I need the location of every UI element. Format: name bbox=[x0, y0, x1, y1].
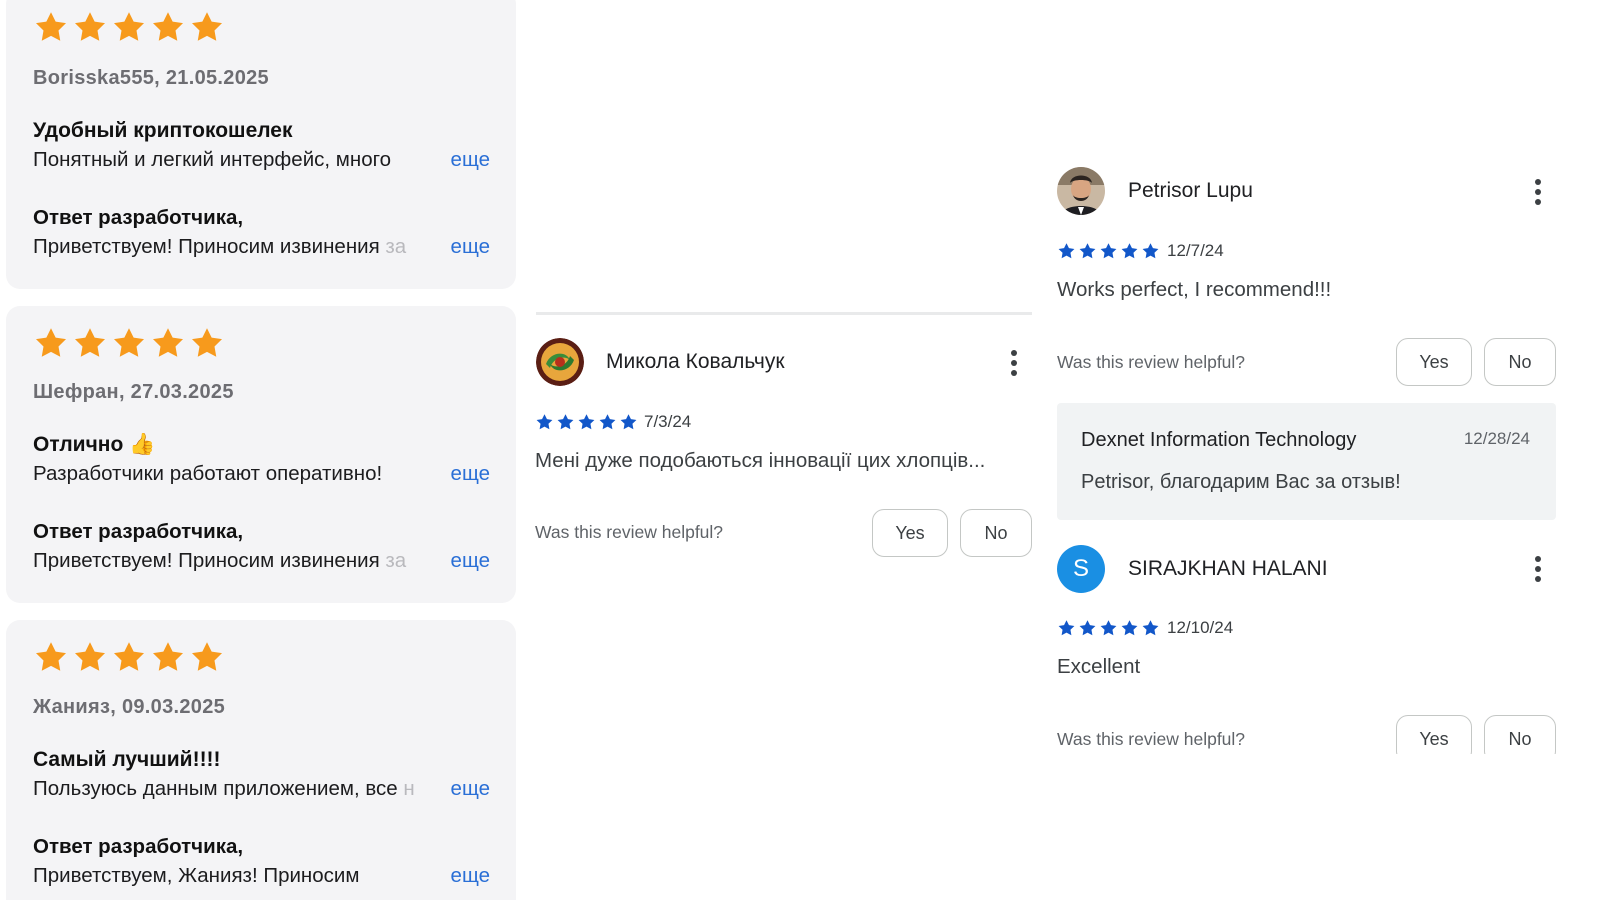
avatar bbox=[536, 338, 584, 386]
review-text: Excellent bbox=[1057, 655, 1141, 678]
developer-reply-label: Ответ разработчика, bbox=[33, 835, 244, 858]
star-icon bbox=[36, 642, 66, 671]
review-card: Borisska555, 21.05.2025 Удобный криптоко… bbox=[6, 0, 516, 289]
helpful-no-button[interactable]: No bbox=[1484, 338, 1556, 386]
star-icon bbox=[114, 642, 144, 671]
star-icon bbox=[1121, 243, 1138, 259]
review-body: Пользуюсь данным приложением, все н bbox=[33, 777, 415, 800]
star-rating bbox=[1057, 619, 1160, 638]
reviewer-name: Petrisor Lupu bbox=[1128, 179, 1253, 202]
star-icon bbox=[1142, 620, 1159, 636]
star-icon bbox=[578, 414, 595, 430]
star-icon bbox=[114, 328, 144, 357]
review-title: Удобный криптокошелек bbox=[33, 119, 293, 142]
star-icon bbox=[75, 12, 105, 41]
review-text: Works perfect, I recommend!!! bbox=[1057, 278, 1332, 301]
star-icon bbox=[153, 328, 183, 357]
star-rating bbox=[535, 413, 638, 432]
star-icon bbox=[536, 414, 553, 430]
profile-photo-icon bbox=[1057, 167, 1105, 215]
review-author-date: Шефран, 27.03.2025 bbox=[33, 381, 234, 403]
reply-more-link[interactable]: еще bbox=[451, 235, 490, 259]
star-icon bbox=[620, 414, 637, 430]
developer-reply: Dexnet Information Technology 12/28/24 P… bbox=[1057, 403, 1556, 520]
star-icon bbox=[599, 414, 616, 430]
more-link[interactable]: еще bbox=[451, 462, 490, 486]
review-body: Понятный и легкий интерфейс, много bbox=[33, 148, 392, 171]
more-options-icon[interactable] bbox=[1010, 350, 1018, 378]
more-link[interactable]: еще bbox=[451, 148, 490, 172]
helpful-prompt: Was this review helpful? bbox=[1057, 352, 1246, 372]
divider bbox=[536, 312, 1032, 315]
review-date: 12/10/24 bbox=[1167, 618, 1234, 637]
star-icon bbox=[192, 642, 222, 671]
developer-reply-date: 12/28/24 bbox=[1463, 429, 1530, 448]
avatar bbox=[1057, 167, 1105, 215]
review-text: Мені дуже подобаються інновації цих хлоп… bbox=[535, 449, 986, 472]
review-author-date: Жанияз, 09.03.2025 bbox=[33, 696, 226, 718]
reply-more-link[interactable]: еще bbox=[451, 549, 490, 573]
review-title: Самый лучший!!!! bbox=[33, 748, 221, 771]
star-icon bbox=[1079, 620, 1096, 636]
star-icon bbox=[1058, 620, 1075, 636]
developer-reply-text: Petrisor, благодарим Вас за отзыв! bbox=[1081, 471, 1401, 493]
developer-reply-label: Ответ разработчика, bbox=[33, 520, 244, 543]
review-date: 12/7/24 bbox=[1167, 241, 1224, 260]
review-title: Отлично 👍 bbox=[33, 433, 156, 456]
star-rating bbox=[1057, 242, 1160, 261]
star-icon bbox=[36, 328, 66, 357]
star-icon bbox=[1079, 243, 1096, 259]
more-link[interactable]: еще bbox=[451, 777, 490, 801]
developer-reply-text: Приветствуем! Приносим извинения за bbox=[33, 549, 407, 572]
reviewer-name: SIRAJKHAN HALANI bbox=[1128, 557, 1328, 580]
review-date: 7/3/24 bbox=[644, 412, 692, 431]
star-icon bbox=[75, 642, 105, 671]
star-icon bbox=[1058, 243, 1075, 259]
review-card: Шефран, 27.03.2025 Отлично 👍 Разработчик… bbox=[6, 306, 516, 603]
star-icon bbox=[192, 328, 222, 357]
review-body: Разработчики работают оперативно! bbox=[33, 462, 383, 485]
star-rating bbox=[33, 326, 225, 362]
helpful-prompt: Was this review helpful? bbox=[1057, 729, 1246, 749]
developer-name: Dexnet Information Technology bbox=[1081, 429, 1357, 451]
star-icon bbox=[36, 12, 66, 41]
star-icon bbox=[153, 12, 183, 41]
star-icon bbox=[114, 12, 144, 41]
developer-reply-text: Приветствуем! Приносим извинения за bbox=[33, 235, 407, 258]
helpful-no-button[interactable]: No bbox=[960, 509, 1032, 557]
star-icon bbox=[192, 12, 222, 41]
star-icon bbox=[1142, 243, 1159, 259]
helpful-no-button[interactable]: No bbox=[1484, 715, 1556, 754]
helpful-prompt: Was this review helpful? bbox=[535, 522, 724, 542]
developer-reply-label: Ответ разработчика, bbox=[33, 206, 244, 229]
reviewer-name: Микола Ковальчук bbox=[606, 350, 785, 373]
star-icon bbox=[1121, 620, 1138, 636]
developer-reply-text: Приветствуем, Жанияз! Приносим bbox=[33, 864, 360, 887]
helpful-yes-button[interactable]: Yes bbox=[1396, 338, 1472, 386]
reply-more-link[interactable]: еще bbox=[451, 864, 490, 888]
star-icon bbox=[75, 328, 105, 357]
star-icon bbox=[557, 414, 574, 430]
star-icon bbox=[1100, 243, 1117, 259]
star-icon bbox=[153, 642, 183, 671]
avatar: S bbox=[1057, 545, 1105, 593]
review-card: Жанияз, 09.03.2025 Самый лучший!!!! Поль… bbox=[6, 620, 516, 900]
helpful-yes-button[interactable]: Yes bbox=[872, 509, 948, 557]
star-rating bbox=[33, 640, 225, 676]
more-options-icon[interactable] bbox=[1534, 179, 1542, 207]
star-rating bbox=[33, 10, 225, 46]
button-clip: Yes No bbox=[1380, 710, 1580, 754]
profile-photo-icon bbox=[536, 338, 584, 386]
star-icon bbox=[1100, 620, 1117, 636]
helpful-yes-button[interactable]: Yes bbox=[1396, 715, 1472, 754]
avatar-letter: S bbox=[1072, 555, 1089, 582]
more-options-icon[interactable] bbox=[1534, 556, 1542, 584]
review-author-date: Borisska555, 21.05.2025 bbox=[33, 67, 269, 89]
